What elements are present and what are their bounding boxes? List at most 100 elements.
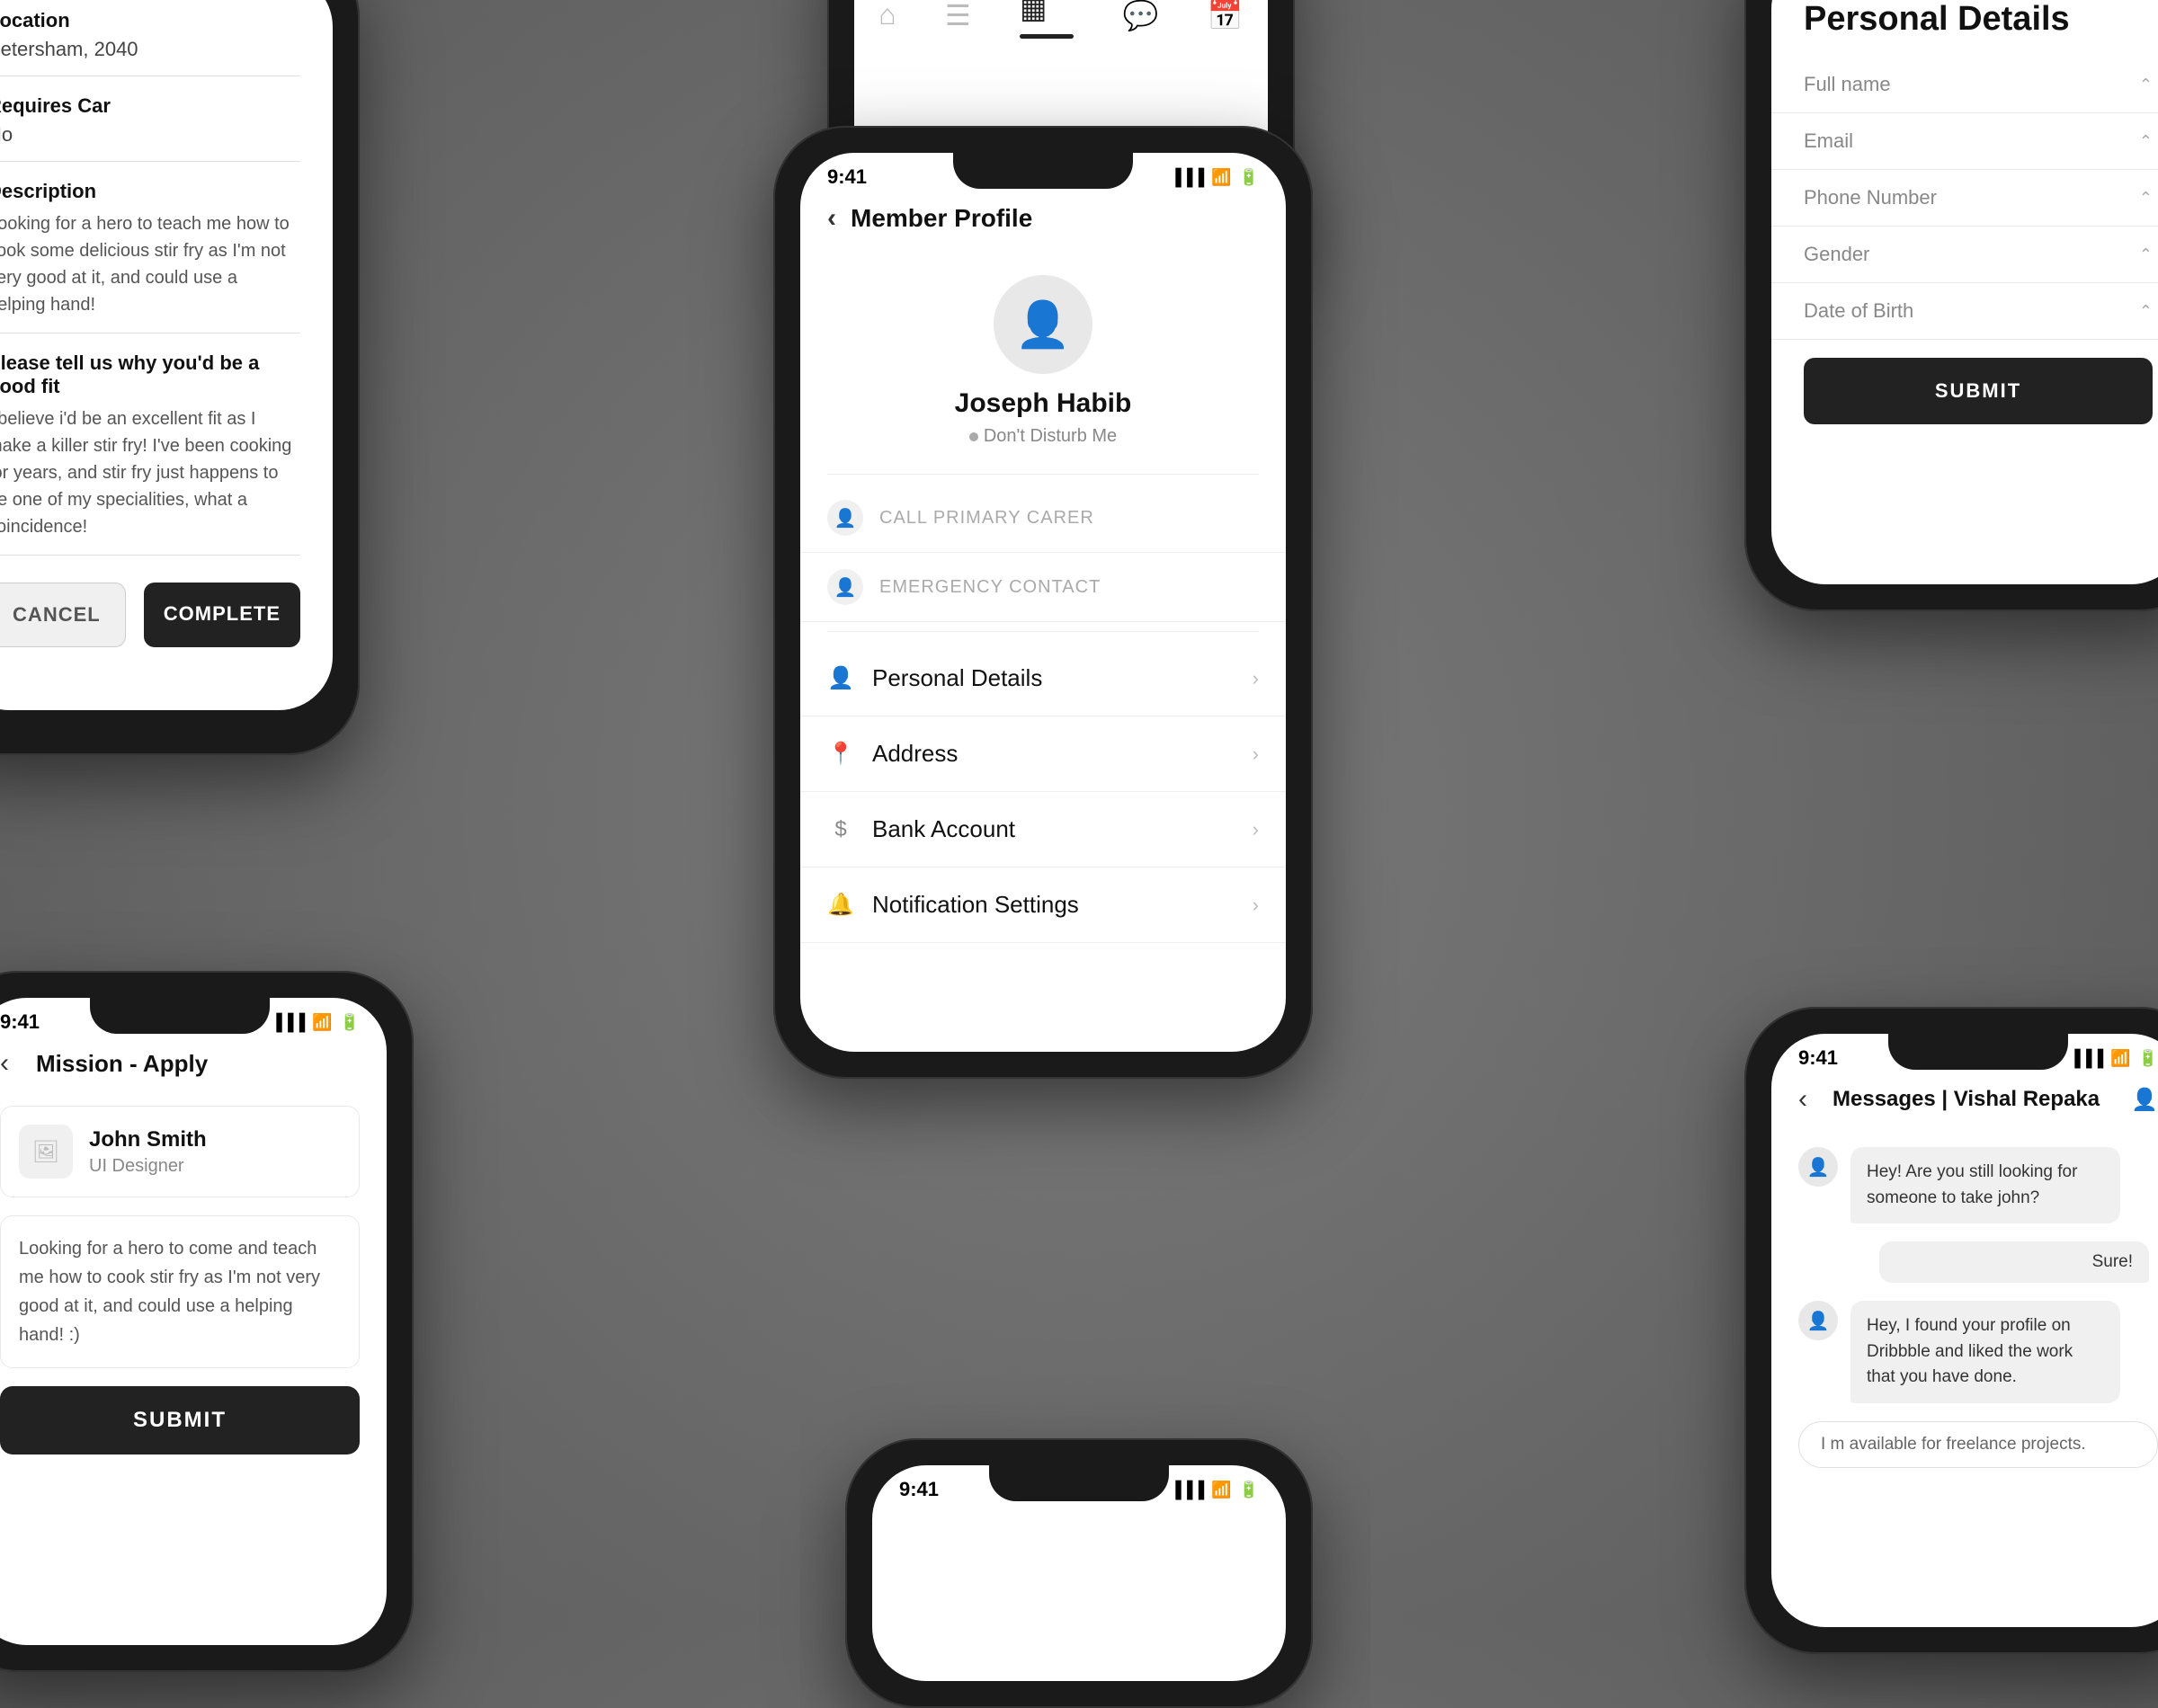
action-buttons: CANCEL COMPLETE [0,583,300,647]
phone-messages: 9:41 ▐▐▐ 📶 🔋 ‹ Messages | Vishal Repaka … [1744,1007,2158,1654]
tab-calendar-icon[interactable]: ▦ [1020,0,1074,39]
chevron-right-icon-3: › [1253,818,1259,841]
back-button[interactable]: ‹ [827,203,836,234]
personal-details-title: Personal Details [1771,0,2158,57]
description-section: Description Looking for a hero to teach … [0,180,300,334]
bell-icon: 🔔 [827,892,854,918]
location-pin-icon: 📍 [827,741,854,767]
form-content: Location Petersham, 2040 Requires Car No… [0,0,333,674]
apply-nav-bar: ‹ Mission - Apply [0,1039,387,1097]
personal-details-label: Personal Details [872,664,1042,692]
cancel-button[interactable]: CANCEL [0,583,126,647]
applicant-avatar: 🖼 [19,1125,73,1179]
email-field[interactable]: Email ⌃ [1771,113,2158,170]
status-time-6: 9:41 [1798,1046,1838,1070]
dob-chevron: ⌃ [2139,302,2153,321]
profile-avatar-area: 👤 Joseph Habib Don't Disturb Me [800,248,1286,465]
location-value: Petersham, 2040 [0,38,300,76]
emergency-icon: 👤 [827,569,863,605]
full-name-field[interactable]: Full name ⌃ [1771,57,2158,113]
apply-submit-button[interactable]: SUBMIT [0,1386,360,1454]
menu-notification-settings[interactable]: 🔔 Notification Settings › [800,867,1286,943]
phone-screen-3: 9:41 ▐▐▐ 📶 🔋 ‹ Member Profile 👤 Joseph H… [800,153,1286,1052]
phone-chevron: ⌃ [2139,189,2153,208]
avatar-icon: 👤 [1015,298,1071,351]
tab-active-indicator [1020,34,1074,39]
battery-icon-7: 🔋 [1239,1481,1259,1499]
menu-address[interactable]: 📍 Address › [800,716,1286,792]
battery-icon: 🔋 [1239,168,1259,187]
phone-screen-4: Personal Details Full name ⌃ Email ⌃ Pho… [1771,0,2158,584]
applicant-role: UI Designer [89,1156,207,1177]
apply-description: Looking for a hero to come and teach me … [0,1215,360,1368]
chevron-right-icon-4: › [1253,894,1259,917]
applicant-info: John Smith UI Designer [89,1127,207,1177]
message-input[interactable]: I m available for freelance projects. [1798,1421,2158,1468]
apply-back-button[interactable]: ‹ [0,1048,9,1079]
menu-personal-details[interactable]: 👤 Personal Details › [800,641,1286,716]
signal-icon-7: ▐▐▐ [1170,1481,1204,1499]
contact-icon[interactable]: 👤 [2131,1087,2158,1113]
tab-schedule-icon[interactable]: 📅 [1208,0,1244,32]
description-text: Looking for a hero to teach me how to co… [0,210,300,334]
full-name-chevron: ⌃ [2139,76,2153,94]
location-field: Location Petersham, 2040 [0,9,300,76]
gender-label: Gender [1804,243,1869,266]
menu-left-personal: 👤 Personal Details [827,664,1042,692]
message-nav-bar: ‹ Messages | Vishal Repaka 👤 [1771,1075,2158,1129]
message-area: 👤 Hey! Are you still looking for someone… [1771,1129,2158,1421]
message-bubble-3: Hey, I found your profile on Dribbble an… [1850,1301,2120,1403]
profile-avatar: 👤 [994,275,1092,374]
status-icons-6: ▐▐▐ 📶 🔋 [2069,1049,2158,1068]
quick-action-primary-carer[interactable]: 👤 CALL PRIMARY CARER [800,484,1286,553]
status-time: 9:41 [827,165,867,189]
notch-7 [989,1465,1169,1501]
description-title: Description [0,180,300,203]
submit-button-personal[interactable]: SUBMIT [1804,358,2153,424]
fit-section: Please tell us why you'd be a good fit I… [0,351,300,556]
tab-home-icon[interactable]: ⌂ [878,0,896,31]
phone-number-field[interactable]: Phone Number ⌃ [1771,170,2158,227]
message-1: 👤 Hey! Are you still looking for someone… [1798,1147,2158,1223]
menu-left-notifications: 🔔 Notification Settings [827,891,1079,919]
notch-6 [1888,1034,2068,1070]
full-name-label: Full name [1804,73,1891,96]
quick-action-emergency[interactable]: 👤 EMERGENCY CONTACT [800,553,1286,622]
menu-bank-account[interactable]: $ Bank Account › [800,792,1286,867]
message-page-title: Messages | Vishal Repaka [1833,1087,2100,1112]
profile-nav-title: Member Profile [851,204,1032,233]
dob-label: Date of Birth [1804,299,1913,323]
tab-chat-icon[interactable]: 💬 [1123,0,1159,32]
status-time-5: 9:41 [0,1010,40,1034]
person-icon: 👤 [827,665,854,691]
profile-nav-bar: ‹ Member Profile [800,194,1286,248]
date-of-birth-field[interactable]: Date of Birth ⌃ [1771,283,2158,340]
profile-status: Don't Disturb Me [969,426,1117,447]
signal-icon: ▐▐▐ [1170,168,1204,187]
fit-title: Please tell us why you'd be a good fit [0,351,300,398]
signal-icon-6: ▐▐▐ [2069,1049,2103,1068]
requires-car-field: Requires Car No [0,94,300,162]
location-label: Location [0,9,300,32]
status-icons-5: ▐▐▐ 📶 🔋 [271,1013,360,1032]
wifi-icon-6: 📶 [2110,1049,2130,1068]
complete-button[interactable]: COMPLETE [144,583,300,647]
phone-bottom-center: 9:41 ▐▐▐ 📶 🔋 [845,1438,1313,1708]
bank-account-label: Bank Account [872,815,1015,843]
wifi-icon-7: 📶 [1211,1481,1231,1499]
message-nav-left: ‹ Messages | Vishal Repaka [1798,1084,2100,1115]
phone-screen-5: 9:41 ▐▐▐ 📶 🔋 ‹ Mission - Apply 🖼 John Sm… [0,998,387,1645]
message-bubble-1: Hey! Are you still looking for someone t… [1850,1147,2120,1223]
menu-left-address: 📍 Address [827,740,958,768]
phone-mission-apply: 9:41 ▐▐▐ 📶 🔋 ‹ Mission - Apply 🖼 John Sm… [0,971,414,1672]
status-time-7: 9:41 [899,1478,939,1501]
phone-screen-6: 9:41 ▐▐▐ 📶 🔋 ‹ Messages | Vishal Repaka … [1771,1034,2158,1627]
email-label: Email [1804,129,1853,153]
profile-status-text: Don't Disturb Me [984,426,1117,447]
phone-screen-7: 9:41 ▐▐▐ 📶 🔋 [872,1465,1286,1681]
status-icons: ▐▐▐ 📶 🔋 [1170,168,1259,187]
messages-back-button[interactable]: ‹ [1798,1084,1807,1115]
tab-list-icon[interactable]: ☰ [945,0,971,32]
address-label: Address [872,740,958,768]
gender-field[interactable]: Gender ⌃ [1771,227,2158,283]
